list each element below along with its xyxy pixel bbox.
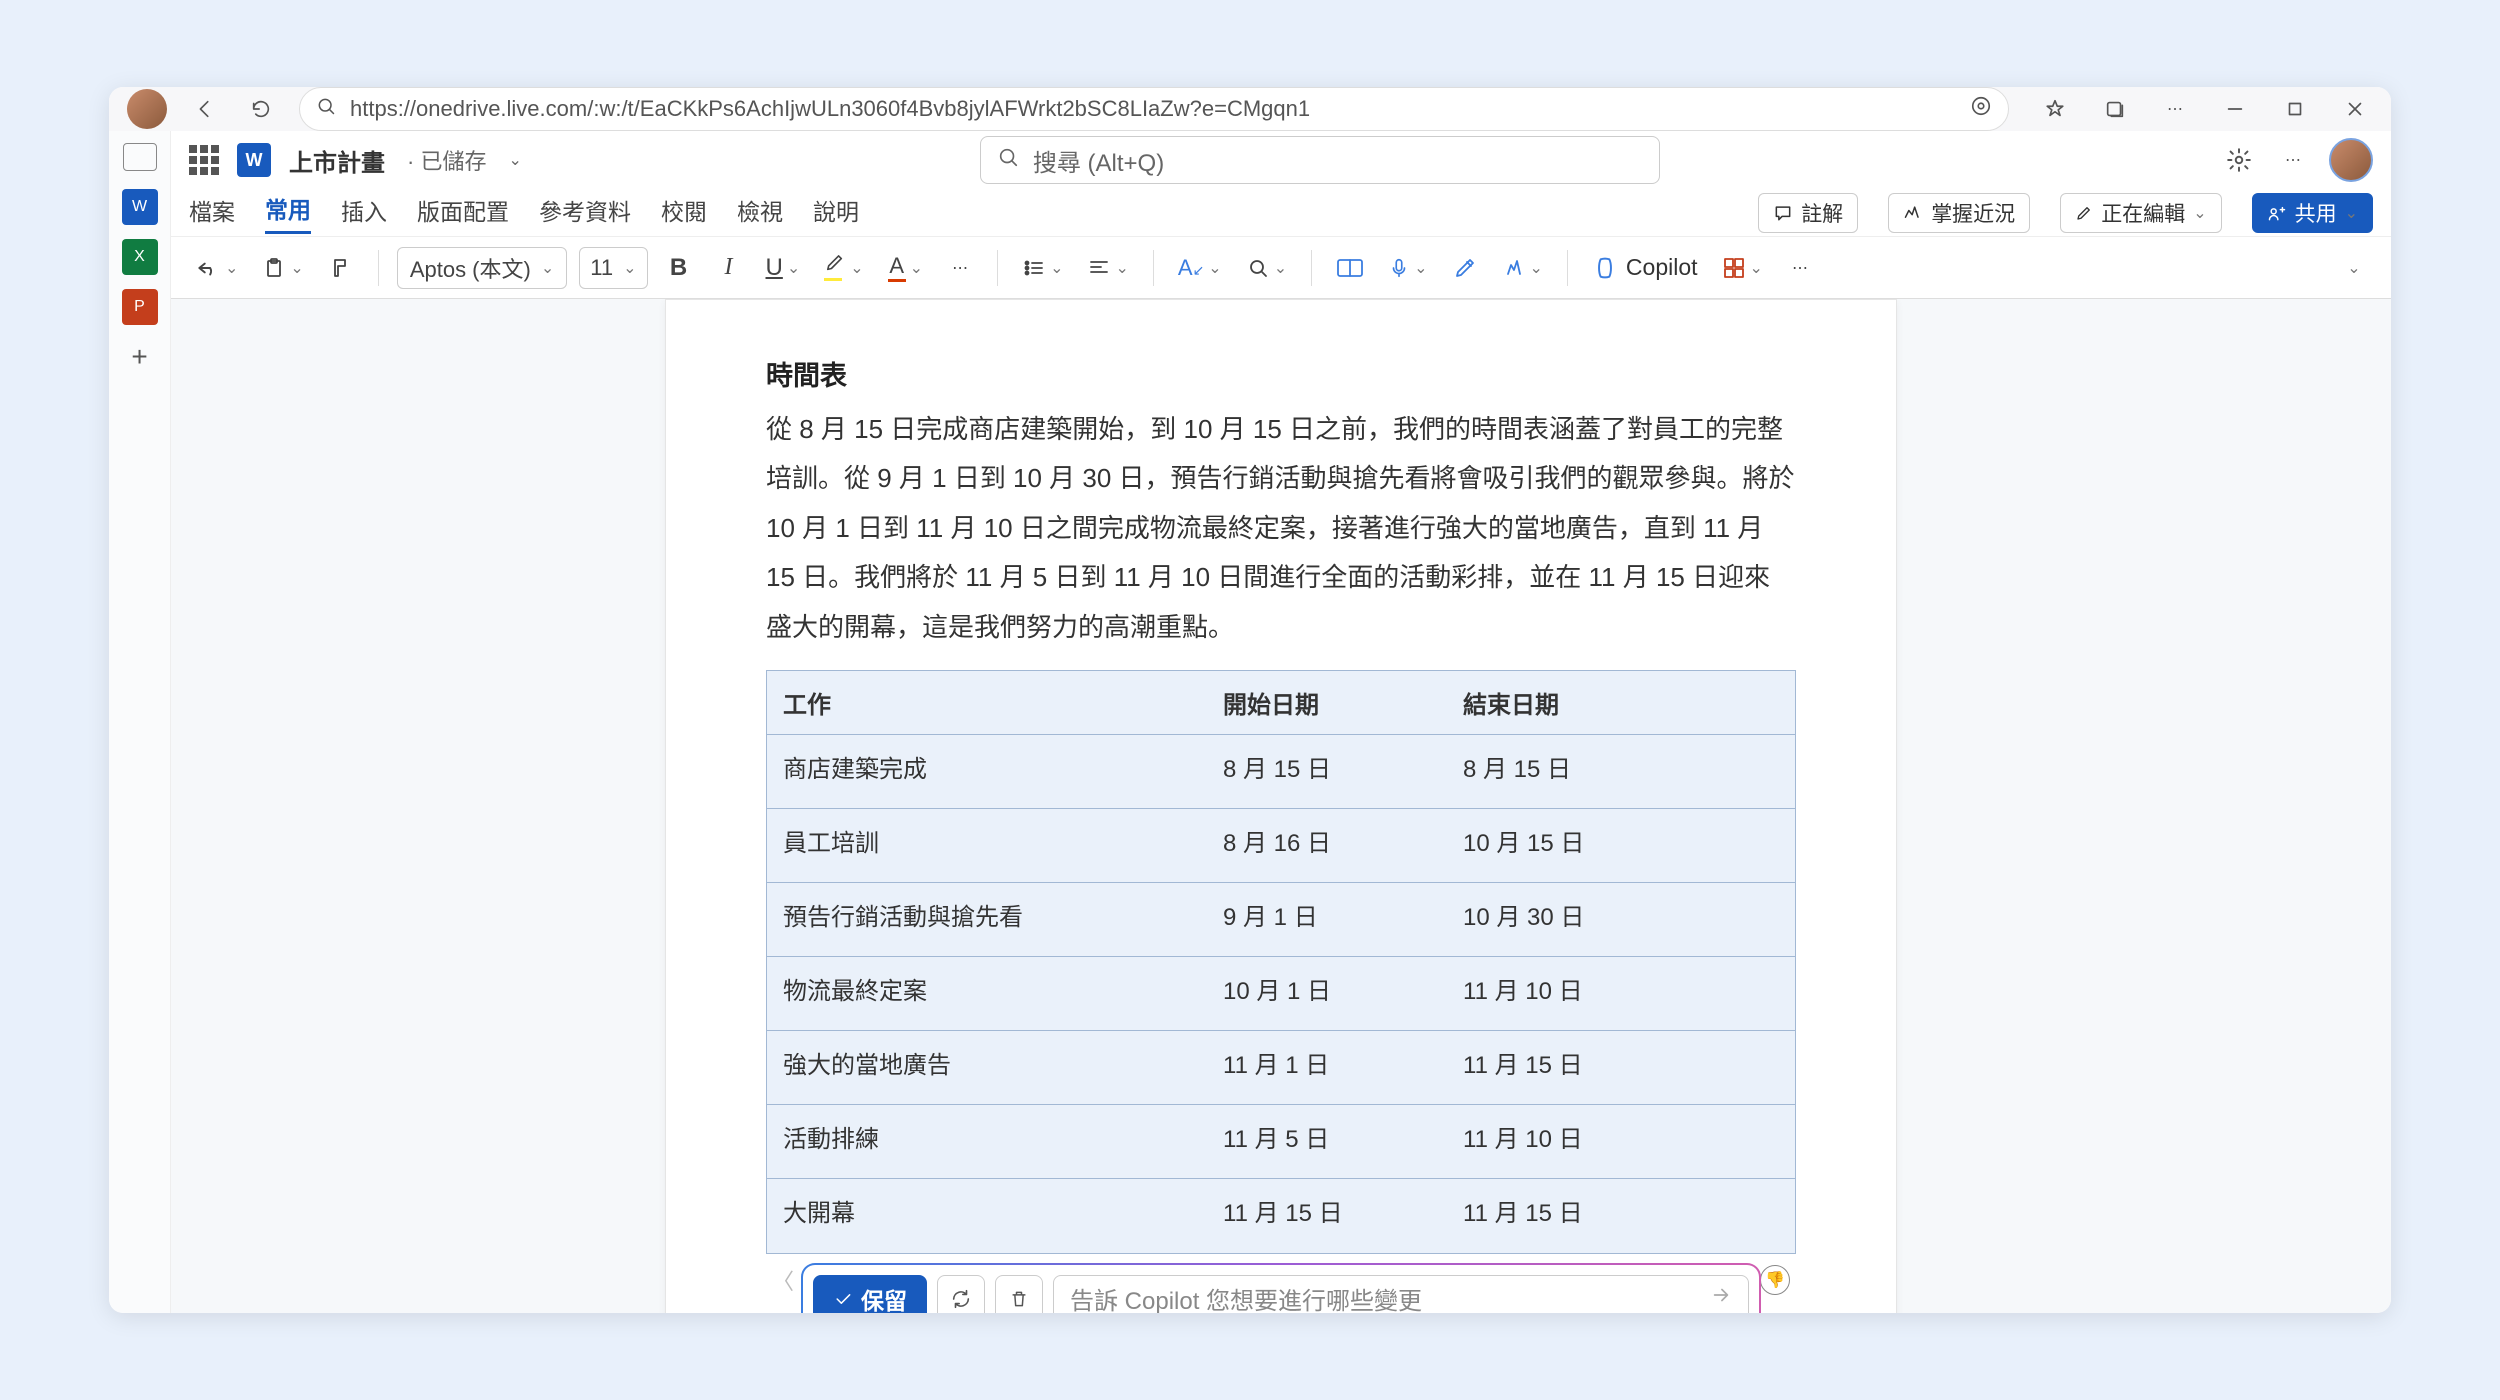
- search-placeholder: 搜尋 (Alt+Q): [1033, 143, 1164, 178]
- bold-button[interactable]: B: [660, 247, 698, 289]
- add-ins-button[interactable]: ⌄: [1716, 247, 1769, 289]
- app-header: W 上市計畫 · 已儲存 ⌄ 搜尋 (Alt+Q) ⋯: [171, 131, 2391, 189]
- clear-format-button[interactable]: A↙⌄: [1172, 247, 1228, 289]
- add-app-icon[interactable]: +: [122, 339, 158, 375]
- save-status: · 已儲存: [407, 144, 486, 176]
- maximize-button[interactable]: [2277, 91, 2313, 127]
- italic-button[interactable]: I: [710, 247, 748, 289]
- table-row[interactable]: 大開幕11 月 15 日11 月 15 日: [767, 1179, 1795, 1253]
- search-box[interactable]: 搜尋 (Alt+Q): [980, 136, 1660, 184]
- immersive-reader-button[interactable]: [1330, 247, 1370, 289]
- discard-button[interactable]: [995, 1275, 1043, 1313]
- tab-home[interactable]: 常用: [265, 191, 311, 234]
- back-button[interactable]: [187, 91, 223, 127]
- format-painter-button[interactable]: [322, 247, 360, 289]
- browser-titlebar: https://onedrive.live.com/:w:/t/EaCKkPs6…: [109, 87, 2391, 131]
- comments-button[interactable]: 註解: [1758, 193, 1858, 233]
- word-app-icon[interactable]: W: [122, 189, 158, 225]
- profile-avatar[interactable]: [127, 89, 167, 129]
- favorites-icon[interactable]: [2037, 91, 2073, 127]
- menu-icon[interactable]: ⋯: [2157, 91, 2193, 127]
- url-text: https://onedrive.live.com/:w:/t/EaCKkPs6…: [350, 96, 1956, 122]
- powerpoint-app-icon[interactable]: P: [122, 289, 158, 325]
- user-avatar[interactable]: [2329, 138, 2373, 182]
- paste-button[interactable]: ⌄: [256, 247, 309, 289]
- copilot-placeholder: 告訴 Copilot 您想要進行哪些變更: [1070, 1281, 1422, 1313]
- document-canvas[interactable]: 時間表 從 8 月 15 日完成商店建築開始，到 10 月 15 日之前，我們的…: [171, 299, 2391, 1313]
- font-size-select[interactable]: 11⌄: [579, 247, 647, 289]
- schedule-table[interactable]: 工作 開始日期 結束日期 商店建築完成8 月 15 日8 月 15 日員工培訓8…: [766, 670, 1796, 1254]
- overflow-button[interactable]: ⋯: [1781, 247, 1819, 289]
- app-rail: W X P +: [109, 131, 171, 1313]
- regenerate-button[interactable]: [937, 1275, 985, 1313]
- table-header-row: 工作 開始日期 結束日期: [767, 671, 1795, 735]
- word-logo-icon: W: [237, 143, 271, 177]
- editing-mode-button[interactable]: 正在編輯⌄: [2060, 193, 2221, 233]
- tab-file[interactable]: 檔案: [189, 193, 235, 233]
- copilot-input[interactable]: 告訴 Copilot 您想要進行哪些變更: [1053, 1275, 1749, 1313]
- tab-icon[interactable]: [122, 139, 158, 175]
- excel-app-icon[interactable]: X: [122, 239, 158, 275]
- tab-insert[interactable]: 插入: [341, 193, 387, 233]
- collections-icon[interactable]: [2097, 91, 2133, 127]
- tab-help[interactable]: 說明: [813, 193, 859, 233]
- search-icon: [997, 146, 1019, 175]
- dictate-button[interactable]: ⌄: [1382, 247, 1433, 289]
- table-row[interactable]: 強大的當地廣告11 月 1 日11 月 15 日: [767, 1031, 1795, 1105]
- tab-view[interactable]: 檢視: [737, 193, 783, 233]
- ribbon-toolbar: ⌄ ⌄ Aptos (本文)⌄ 11⌄ B I U⌄ ⌄ A⌄ ⋯ ⌄ ⌄ A↙…: [171, 237, 2391, 299]
- find-button[interactable]: ⌄: [1240, 247, 1293, 289]
- document-page[interactable]: 時間表 從 8 月 15 日完成商店建築開始，到 10 月 15 日之前，我們的…: [665, 299, 1897, 1313]
- address-bar[interactable]: https://onedrive.live.com/:w:/t/EaCKkPs6…: [299, 87, 2009, 131]
- font-family-select[interactable]: Aptos (本文)⌄: [397, 247, 567, 289]
- send-icon[interactable]: [1710, 1284, 1732, 1313]
- document-title[interactable]: 上市計畫: [289, 143, 385, 178]
- editor-button[interactable]: [1446, 247, 1484, 289]
- bullets-button[interactable]: ⌄: [1016, 247, 1069, 289]
- refresh-button[interactable]: [243, 91, 279, 127]
- thumbs-down-icon[interactable]: 👎: [1760, 1265, 1790, 1295]
- ribbon-tabs: 檔案 常用 插入 版面配置 參考資料 校閱 檢視 說明 註解 掌握近況 正在編輯…: [171, 189, 2391, 237]
- tab-layout[interactable]: 版面配置: [417, 193, 509, 233]
- catchup-button[interactable]: 掌握近況: [1888, 193, 2030, 233]
- ribbon-collapse-button[interactable]: ⌄: [2335, 247, 2373, 289]
- share-button[interactable]: 共用⌄: [2252, 193, 2373, 233]
- tracking-icon[interactable]: [1970, 95, 1992, 123]
- underline-button[interactable]: U⌄: [760, 247, 807, 289]
- table-row[interactable]: 物流最終定案10 月 1 日11 月 10 日: [767, 957, 1795, 1031]
- table-row[interactable]: 預告行銷活動與搶先看9 月 1 日10 月 30 日: [767, 883, 1795, 957]
- more-font-button[interactable]: ⋯: [941, 247, 979, 289]
- prev-icon[interactable]: 〈: [772, 1264, 794, 1296]
- tab-references[interactable]: 參考資料: [539, 193, 631, 233]
- close-button[interactable]: [2337, 91, 2373, 127]
- browser-window: https://onedrive.live.com/:w:/t/EaCKkPs6…: [109, 87, 2391, 1313]
- table-row[interactable]: 活動排練11 月 5 日11 月 10 日: [767, 1105, 1795, 1179]
- search-icon: [316, 96, 336, 122]
- more-icon[interactable]: ⋯: [2275, 142, 2311, 178]
- highlight-button[interactable]: ⌄: [818, 247, 869, 289]
- undo-button[interactable]: ⌄: [189, 247, 244, 289]
- copilot-prompt-bar: 保留 告訴 Copilot 您想要進行哪些變更: [801, 1263, 1761, 1313]
- align-button[interactable]: ⌄: [1081, 247, 1134, 289]
- body-paragraph[interactable]: 從 8 月 15 日完成商店建築開始，到 10 月 15 日之前，我們的時間表涵…: [766, 405, 1796, 652]
- app-launcher-icon[interactable]: [189, 145, 219, 175]
- keep-button[interactable]: 保留: [813, 1275, 927, 1313]
- tab-review[interactable]: 校閱: [661, 193, 707, 233]
- settings-icon[interactable]: [2221, 142, 2257, 178]
- copilot-button[interactable]: Copilot: [1586, 247, 1704, 289]
- minimize-button[interactable]: [2217, 91, 2253, 127]
- chevron-down-icon[interactable]: ⌄: [508, 150, 521, 170]
- table-row[interactable]: 員工培訓8 月 16 日10 月 15 日: [767, 809, 1795, 883]
- table-row[interactable]: 商店建築完成8 月 15 日8 月 15 日: [767, 735, 1795, 809]
- heading[interactable]: 時間表: [766, 354, 1796, 393]
- designer-button[interactable]: ⌄: [1496, 247, 1549, 289]
- font-color-button[interactable]: A⌄: [882, 247, 929, 289]
